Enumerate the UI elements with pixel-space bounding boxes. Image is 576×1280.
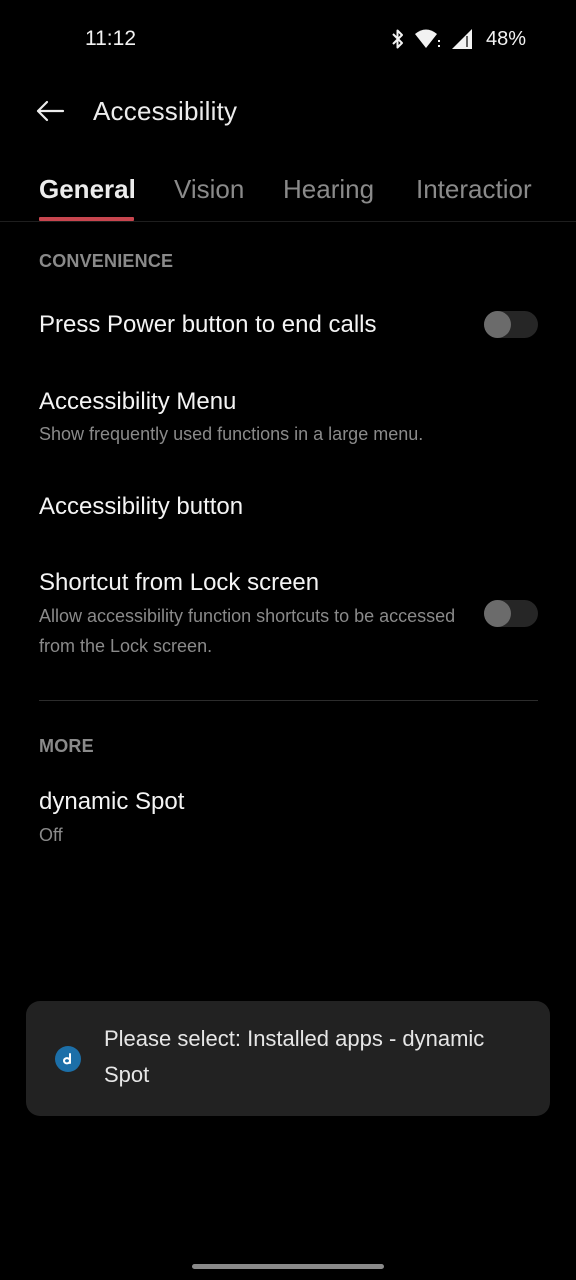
setting-title: Press Power button to end calls (39, 311, 377, 338)
status-icons: 48% (391, 26, 526, 52)
bluetooth-icon (391, 28, 405, 50)
active-tab-indicator (39, 217, 134, 221)
tab-interaction[interactable]: Interactior (416, 174, 532, 205)
setting-title: Accessibility Menu (39, 388, 237, 415)
toggle-knob (484, 311, 511, 338)
status-time: 11:12 (85, 27, 136, 50)
setting-title: Accessibility button (39, 493, 244, 520)
tab-hearing[interactable]: Hearing (283, 174, 374, 205)
setting-subtitle: Off (39, 825, 63, 845)
gesture-nav-handle[interactable] (192, 1264, 384, 1269)
setting-title: Shortcut from Lock screen (39, 569, 320, 596)
arrow-left-icon (35, 100, 65, 127)
app-bar: Accessibility (0, 86, 576, 140)
dynamic-spot-app-icon (55, 1046, 81, 1072)
setting-subtitle: Allow accessibility function shortcuts t… (39, 606, 456, 656)
setting-dynamic-spot[interactable]: dynamic Spot Off (0, 775, 576, 855)
tab-bar: General Vision Hearing Interactior (0, 160, 576, 222)
setting-shortcut-lock-screen[interactable]: Shortcut from Lock screen Allow accessib… (0, 555, 576, 680)
setting-press-power-end-calls[interactable]: Press Power button to end calls (0, 290, 576, 362)
battery-percentage: 48% (485, 27, 526, 50)
back-button[interactable] (30, 96, 70, 130)
setting-subtitle: Show frequently used functions in a larg… (39, 424, 424, 444)
tab-general[interactable]: General (39, 174, 136, 205)
setting-accessibility-menu[interactable]: Accessibility Menu Show frequently used … (0, 372, 576, 462)
shortcut-lock-screen-toggle[interactable] (484, 600, 538, 627)
setting-accessibility-button[interactable]: Accessibility button (0, 475, 576, 543)
page-title: Accessibility (93, 96, 238, 126)
toast-message: Please select: Installed apps - dynamic … (26, 1001, 550, 1116)
screen: 11:12 48% Accessibility General Vision H… (0, 0, 576, 1280)
section-divider (39, 700, 538, 701)
tab-vision[interactable]: Vision (174, 174, 244, 205)
press-power-end-calls-toggle[interactable] (484, 311, 538, 338)
cellular-signal-icon (451, 28, 473, 50)
status-bar: 11:12 48% (0, 0, 576, 78)
toggle-knob (484, 600, 511, 627)
section-header-convenience: CONVENIENCE (39, 251, 174, 271)
wifi-icon (414, 28, 442, 50)
setting-title: dynamic Spot (39, 788, 185, 815)
toast-text: Please select: Installed apps - dynamic … (104, 1026, 485, 1087)
section-header-more: MORE (39, 736, 94, 756)
